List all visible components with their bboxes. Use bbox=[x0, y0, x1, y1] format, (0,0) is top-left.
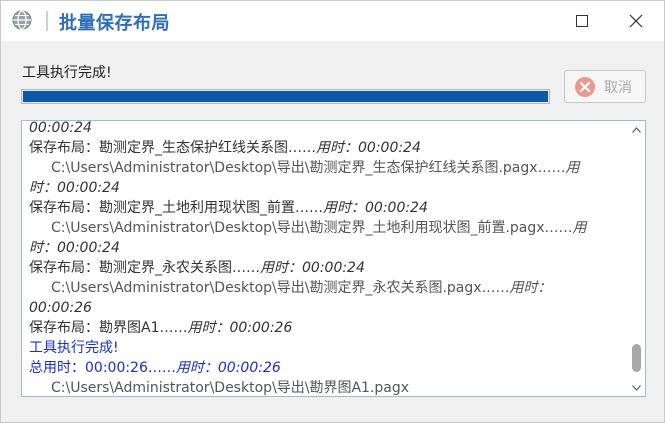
log-line-time: 用时：00:00:24 bbox=[316, 140, 421, 156]
dialog-window: 批量保存布局 工具执行完成! 取消 00:00:24 保存布局：勘测定界_生态保护… bbox=[0, 0, 665, 423]
log-line-time: 用时：00:00:26 bbox=[187, 320, 293, 336]
log-line-text: 工具执行完成! bbox=[29, 340, 119, 356]
close-button[interactable] bbox=[612, 1, 660, 41]
log-line-time: 00:00:26 bbox=[29, 300, 92, 316]
log-line-text: 保存布局：勘界图A1…… bbox=[29, 320, 188, 336]
maximize-button[interactable] bbox=[558, 1, 606, 41]
log-line: C:\Users\Administrator\Desktop\导出\勘测定界_生… bbox=[29, 158, 626, 178]
log-line-time: 用时：00:00:26 bbox=[175, 360, 281, 376]
log-line: 00:00:24 bbox=[29, 120, 626, 138]
log-line: 保存布局：勘测定界_永农关系图……用时：00:00:24 bbox=[29, 258, 626, 278]
log-line: 总用时：00:00:26……用时：00:00:26 bbox=[29, 358, 626, 378]
cancel-x-circle-icon bbox=[575, 76, 595, 97]
log-line-time: 00:00:24 bbox=[29, 120, 92, 136]
log-line: C:\Users\Administrator\Desktop\导出\勘界图A1.… bbox=[29, 378, 626, 396]
progress-bar bbox=[21, 89, 550, 104]
log-line: 工具执行完成! bbox=[29, 338, 626, 358]
progress-fill bbox=[23, 91, 548, 102]
scroll-up-button[interactable] bbox=[628, 121, 645, 138]
vertical-scrollbar[interactable] bbox=[628, 121, 645, 396]
log-line-time: 时：00:00:24 bbox=[29, 180, 120, 196]
chevron-down-icon bbox=[632, 384, 641, 391]
log-line: 保存布局：勘界图A1……用时：00:00:26 bbox=[29, 318, 626, 338]
log-line-text: 保存布局：勘测定界_永农关系图…… bbox=[29, 260, 260, 276]
status-message: 工具执行完成! bbox=[22, 65, 112, 81]
close-icon bbox=[629, 14, 643, 28]
log-line-time: 用 bbox=[572, 220, 587, 236]
title-bar[interactable]: 批量保存布局 bbox=[1, 1, 664, 41]
log-line: 保存布局：勘测定界_生态保护红线关系图……用时：00:00:24 bbox=[29, 138, 626, 158]
log-line-text: 保存布局：勘测定界_生态保护红线关系图…… bbox=[29, 140, 316, 156]
log-line: C:\Users\Administrator\Desktop\导出\勘测定界_永… bbox=[29, 278, 626, 298]
log-line-time: 时：00:00:24 bbox=[29, 240, 120, 256]
window-title: 批量保存布局 bbox=[59, 13, 170, 34]
scroll-down-button[interactable] bbox=[628, 379, 645, 396]
cancel-button[interactable]: 取消 bbox=[564, 70, 646, 103]
log-line-time: 用 bbox=[565, 160, 580, 176]
chevron-up-icon bbox=[632, 126, 641, 133]
maximize-icon bbox=[576, 15, 588, 27]
log-line-text: C:\Users\Administrator\Desktop\导出\勘测定界_生… bbox=[51, 160, 566, 176]
log-line-time: 用时：00:00:24 bbox=[323, 200, 428, 216]
log-line: C:\Users\Administrator\Desktop\导出\勘测定界_土… bbox=[29, 218, 626, 238]
globe-icon bbox=[12, 10, 32, 30]
scroll-thumb[interactable] bbox=[632, 344, 641, 372]
log-line-text: 总用时：00:00:26…… bbox=[29, 360, 176, 376]
log-line-time: 用时： bbox=[509, 280, 552, 296]
log-line: 时：00:00:24 bbox=[29, 238, 626, 258]
log-line-time: 用时：00:00:24 bbox=[260, 260, 365, 276]
log-line-text: C:\Users\Administrator\Desktop\导出\勘测定界_土… bbox=[51, 220, 573, 236]
log-lines: 00:00:24 保存布局：勘测定界_生态保护红线关系图……用时：00:00:24… bbox=[29, 120, 626, 396]
log-line: 保存布局：勘测定界_土地利用现状图_前置……用时：00:00:24 bbox=[29, 198, 626, 218]
title-separator bbox=[46, 11, 48, 31]
log-output[interactable]: 00:00:24 保存布局：勘测定界_生态保护红线关系图……用时：00:00:24… bbox=[21, 120, 646, 397]
log-line-text: 保存布局：勘测定界_土地利用现状图_前置…… bbox=[29, 200, 323, 216]
log-line-text: C:\Users\Administrator\Desktop\导出\勘界图A1.… bbox=[51, 380, 410, 396]
log-line-text: C:\Users\Administrator\Desktop\导出\勘测定界_永… bbox=[51, 280, 510, 296]
log-line: 时：00:00:24 bbox=[29, 178, 626, 198]
log-line: 00:00:26 bbox=[29, 298, 626, 318]
cancel-button-label: 取消 bbox=[604, 79, 632, 96]
